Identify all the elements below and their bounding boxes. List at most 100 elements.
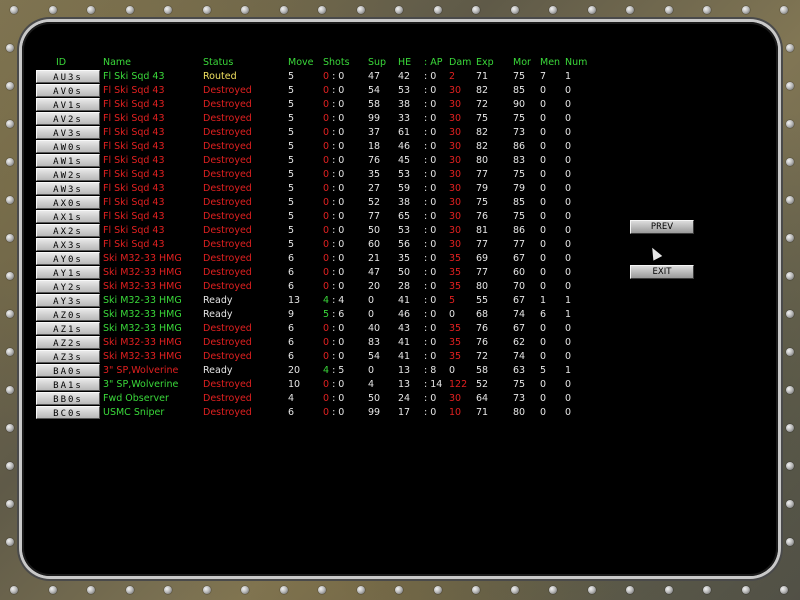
unit-move: 5 [288, 71, 295, 82]
unit-id-button[interactable]: AY1s [36, 266, 100, 279]
unit-ap-value: 0 [430, 169, 437, 180]
unit-id-button[interactable]: BC0s [36, 406, 100, 419]
unit-id-button[interactable]: AZ1s [36, 322, 100, 335]
unit-name: Ski M32-33 HMG [103, 267, 182, 278]
unit-shots: 0 : 0 [323, 70, 344, 84]
unit-id-button[interactable]: AX1s [36, 210, 100, 223]
rivet-icon [703, 6, 711, 14]
unit-id-button[interactable]: AU3s [36, 70, 100, 83]
unit-id-button[interactable]: AV1s [36, 98, 100, 111]
unit-id-button[interactable]: AV3s [36, 126, 100, 139]
unit-mor: 79 [513, 183, 526, 194]
unit-id-button[interactable]: AX3s [36, 238, 100, 251]
unit-ap: : 0 [424, 294, 436, 308]
unit-id-button[interactable]: AV0s [36, 84, 100, 97]
unit-sup: 54 [368, 85, 381, 96]
unit-shots-max: 0 [338, 169, 345, 180]
unit-ap: : 0 [424, 70, 436, 84]
rivet-icon [664, 586, 673, 594]
unit-id-button[interactable]: AV2s [36, 112, 100, 125]
rivet-icon [356, 586, 365, 594]
unit-name: Fl Ski Sqd 43 [103, 127, 165, 138]
unit-id-button[interactable]: AX0s [36, 196, 100, 209]
unit-he: 53 [398, 225, 411, 236]
rivet-icon [472, 586, 480, 594]
unit-sup: 18 [368, 141, 381, 152]
unit-name: 3" SP,Wolverine [103, 379, 179, 390]
rivet-icon [356, 6, 365, 14]
unit-ap: : 0 [424, 154, 436, 168]
unit-status: Destroyed [203, 127, 252, 138]
unit-dam: 35 [449, 267, 462, 278]
unit-sup: 54 [368, 351, 381, 362]
exit-button[interactable]: EXIT [630, 265, 694, 279]
separator: : [329, 85, 339, 96]
unit-id-button[interactable]: BA0s [36, 364, 100, 377]
unit-shots-max: 0 [338, 225, 345, 236]
unit-mor: 90 [513, 99, 526, 110]
unit-ap-value: 8 [430, 365, 437, 376]
unit-he: 41 [398, 337, 411, 348]
unit-dam: 0 [449, 309, 456, 320]
unit-name: Fl Ski Sqd 43 [103, 155, 165, 166]
unit-men: 0 [540, 379, 547, 390]
unit-move: 5 [288, 239, 295, 250]
rivet-icon [241, 6, 249, 14]
rivet-icon [786, 120, 794, 128]
unit-name: Fl Ski Sqd 43 [103, 197, 165, 208]
unit-id-button[interactable]: AY3s [36, 294, 100, 307]
unit-num: 0 [565, 239, 572, 250]
unit-status: Ready [203, 309, 233, 320]
rivet-icon [741, 6, 750, 14]
table-row: AU3s Fl Ski Sqd 43 Routed 5 0 : 0 47 42: 0 2 71 7… [36, 70, 616, 84]
unit-ap: : 0 [424, 140, 436, 154]
rivet-icon [87, 6, 95, 14]
unit-shots-max: 0 [338, 239, 345, 250]
unit-mor: 75 [513, 379, 526, 390]
unit-dam: 30 [449, 225, 462, 236]
unit-shots-max: 0 [338, 197, 345, 208]
unit-id-button[interactable]: AW1s [36, 154, 100, 167]
unit-name: Fl Ski Sqd 43 [103, 183, 165, 194]
unit-id-button[interactable]: BA1s [36, 378, 100, 391]
unit-id-button[interactable]: AW3s [36, 182, 100, 195]
unit-mor: 75 [513, 71, 526, 82]
unit-table: ID Name Status Move Shots Sup HE : AP Da… [36, 56, 616, 420]
unit-id-button[interactable]: AY0s [36, 252, 100, 265]
unit-shots: 4 : 5 [323, 364, 344, 378]
table-row: AW3s Fl Ski Sqd 43 Destroyed 5 0 : 0 27 59: 03… [36, 182, 616, 196]
unit-status: Destroyed [203, 113, 252, 124]
rivet-icon [279, 586, 288, 594]
rivet-icon [786, 158, 794, 166]
unit-id-button[interactable]: AZ3s [36, 350, 100, 363]
unit-ap: : 0 [424, 308, 436, 322]
unit-sup: 60 [368, 239, 381, 250]
unit-ap: : 0 [424, 406, 436, 420]
unit-id-button[interactable]: AZ2s [36, 336, 100, 349]
unit-men: 0 [540, 183, 547, 194]
rivet-icon [279, 6, 288, 14]
prev-button[interactable]: PREV [630, 220, 694, 234]
unit-men: 0 [540, 169, 547, 180]
unit-mor: 67 [513, 253, 526, 264]
unit-exp: 72 [476, 351, 489, 362]
unit-status: Destroyed [203, 393, 252, 404]
unit-he: 50 [398, 267, 411, 278]
unit-id-button[interactable]: AW0s [36, 140, 100, 153]
unit-ap-value: 0 [430, 113, 437, 124]
unit-id-button[interactable]: AX2s [36, 224, 100, 237]
unit-move: 13 [288, 295, 301, 306]
unit-id-button[interactable]: AZ0s [36, 308, 100, 321]
mouse-cursor-icon [647, 245, 663, 261]
unit-id-button[interactable]: AW2s [36, 168, 100, 181]
unit-exp: 76 [476, 323, 489, 334]
unit-id-button[interactable]: AY2s [36, 280, 100, 293]
separator: : [329, 225, 339, 236]
unit-num: 0 [565, 99, 572, 110]
unit-dam: 10 [449, 407, 462, 418]
unit-move: 6 [288, 267, 295, 278]
unit-shots-max: 0 [338, 155, 345, 166]
rivet-icon [6, 462, 14, 470]
unit-id-button[interactable]: BB0s [36, 392, 100, 405]
unit-name: Ski M32-33 HMG [103, 281, 182, 292]
